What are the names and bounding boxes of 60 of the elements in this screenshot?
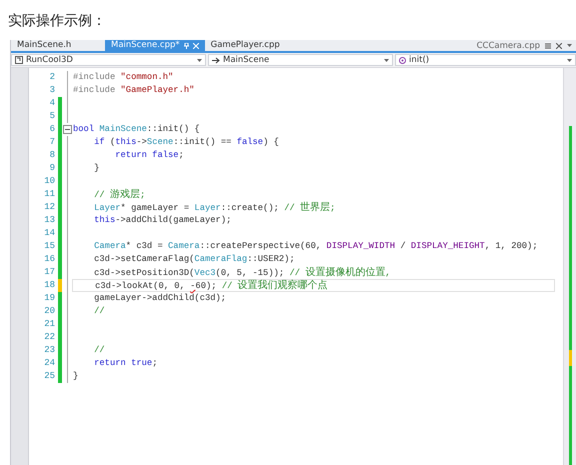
code-line: } [93, 162, 100, 175]
line-number: 9 [48, 162, 55, 175]
navigation-dropdown[interactable]: RunCool3D [11, 54, 206, 66]
code-line: // [93, 305, 106, 318]
file-tab[interactable]: GamePlayer.cpp [204, 40, 286, 51]
scroll-bar[interactable] [563, 68, 576, 465]
code-line: return false; [114, 149, 185, 162]
line-number: 19 [43, 292, 55, 305]
collapse-icon[interactable] [62, 125, 72, 134]
line-number: 23 [43, 344, 55, 357]
line-number: 3 [48, 84, 55, 97]
line-number: 10 [43, 175, 55, 188]
code-line: c3d->setPosition3D(Vec3(0, 5, -15)); // 设置摄像机的位置, [93, 266, 392, 279]
code-line: return true; [93, 357, 158, 370]
heading: 实际操作示例： [8, 12, 106, 30]
line-number: 24 [43, 357, 55, 370]
line-number: 17 [43, 266, 55, 279]
navigation-dropdown[interactable]: init() [395, 54, 576, 66]
code-line: this->addChild(gameLayer); [93, 214, 232, 227]
dropdown-caret-icon [197, 58, 202, 62]
dropdown-caret-icon [384, 58, 389, 62]
code-line: #include "GamePlayer.h" [72, 84, 196, 97]
line-number: 16 [43, 253, 55, 266]
preview-tab[interactable]: CCCamera.cpp [476, 40, 540, 50]
line-number: 20 [43, 305, 55, 318]
line-number: 2 [48, 71, 55, 84]
dropdown-caret-icon [567, 44, 572, 47]
line-number: 22 [43, 331, 55, 344]
line-number: 18 [43, 279, 55, 292]
line-number: 25 [43, 370, 55, 383]
file-tab[interactable]: MainScene.h [11, 40, 83, 51]
code-line: c3d->setCameraFlag(CameraFlag::USER2); [93, 253, 296, 266]
code-line: gameLayer->addChild(c3d); [93, 292, 228, 305]
line-number: 12 [43, 201, 55, 214]
code-line: } [72, 370, 80, 383]
method-icon [399, 56, 406, 64]
line-number: 8 [48, 149, 55, 162]
pin-icon[interactable] [184, 42, 189, 48]
list-icon[interactable] [545, 42, 551, 48]
close-icon[interactable] [556, 42, 562, 48]
line-number: 5 [48, 110, 55, 123]
line-number: 11 [43, 188, 55, 201]
code-line: #include "common.h" [72, 71, 174, 84]
line-number: 21 [43, 318, 55, 331]
dropdown-caret-icon [567, 58, 572, 62]
line-number: 7 [48, 136, 55, 149]
line-number: 13 [43, 214, 55, 227]
project-icon [15, 56, 23, 64]
code-line: // 游戏层; [93, 188, 146, 201]
code-line: // [93, 344, 106, 357]
navigation-dropdown[interactable]: MainScene [208, 54, 393, 66]
line-number: 14 [43, 227, 55, 240]
arrow-icon [212, 56, 220, 64]
code-line: Layer* gameLayer = Layer::create(); // 世界层; [93, 201, 336, 214]
line-number: 6 [48, 123, 55, 136]
code-line: Camera* c3d = Camera::createPerspective(60, DISPLAY_WIDTH / DISPLAY_HEIGHT, 1, 200); [93, 240, 539, 253]
code-line: bool MainScene::init() { [72, 123, 201, 136]
line-number: 15 [43, 240, 55, 253]
code-line: if (this->Scene::init() == false) { [93, 136, 280, 149]
line-number: 4 [48, 97, 55, 110]
